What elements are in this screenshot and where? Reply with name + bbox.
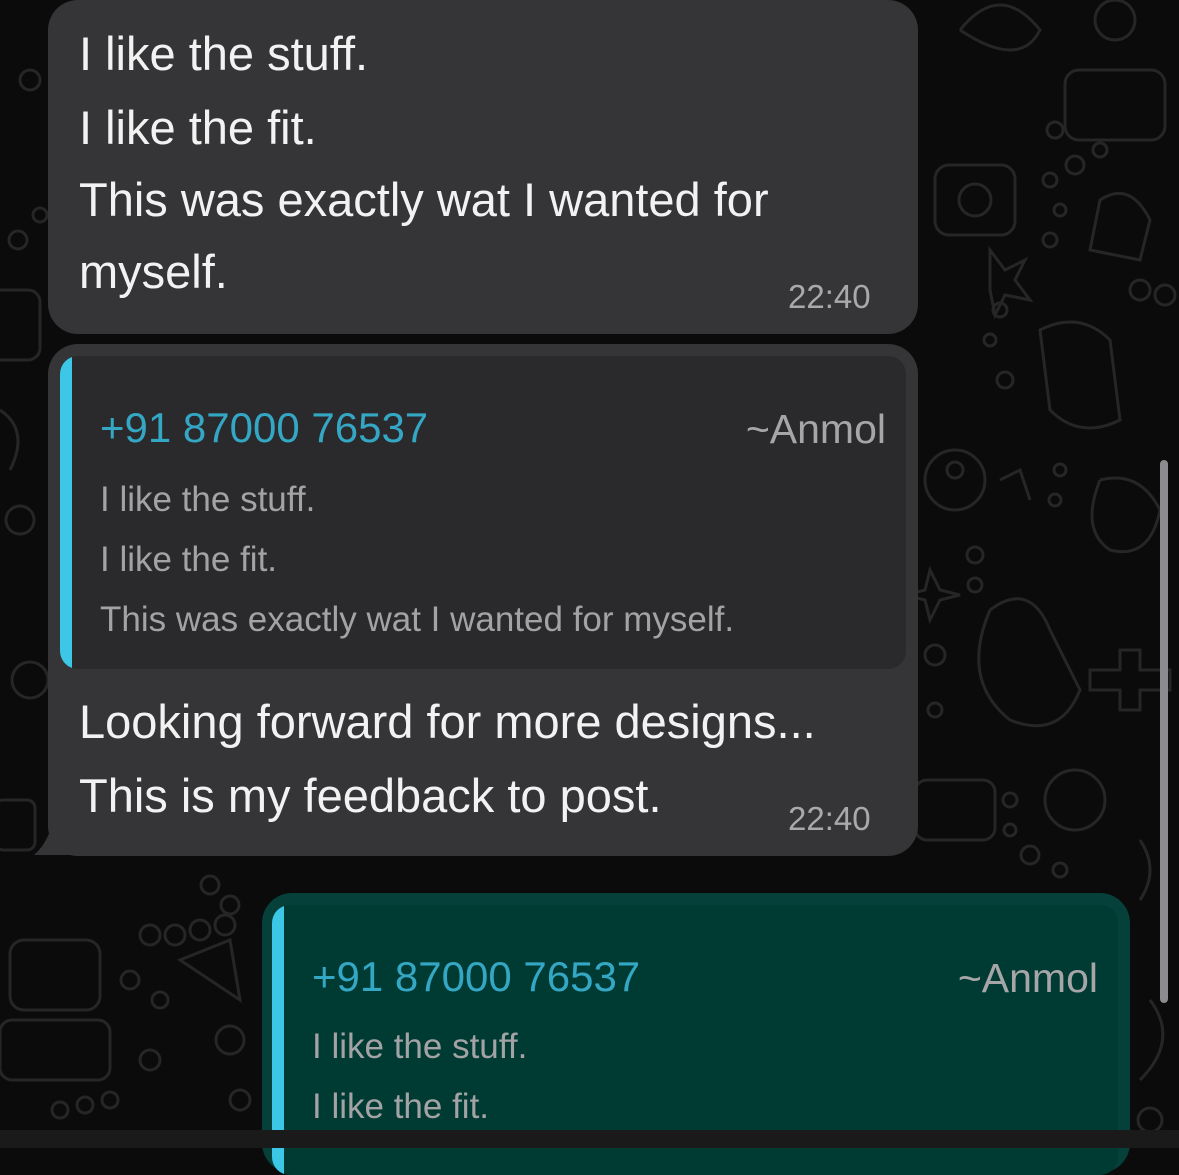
quote-line: I like the fit. [100,540,278,579]
message-time: 22:40 [788,800,871,837]
message-line: I like the stuff. [79,27,369,80]
quote-sender-alias: ~Anmol [745,406,886,452]
message-line: I like the fit. [79,101,317,154]
message-line: Looking forward for more designs... [79,695,816,748]
bottom-edge-bar [0,1130,1179,1148]
quote-line: This was exactly wat I wanted for myself… [100,600,735,639]
message-line: This is my feedback to post. [79,769,662,822]
message-bubble-incoming[interactable]: I like the stuff. I like the fit. This w… [48,0,918,334]
quote-accent-bar [60,356,72,669]
message-line: This was exactly wat I wanted for [79,173,769,226]
message-bubble-incoming[interactable]: +91 87000 76537 ~Anmol I like the stuff.… [48,344,918,856]
quote-sender-alias: ~Anmol [957,955,1098,1001]
message-line: myself. [79,245,228,298]
message-text: I like the stuff. I like the fit. This w… [79,0,899,300]
quote-line: I like the stuff. [100,480,316,519]
scrollbar[interactable] [1160,460,1168,1003]
quote-line: I like the fit. [312,1087,490,1126]
reply-quote[interactable]: +91 87000 76537 ~Anmol I like the stuff.… [60,356,906,669]
quote-line: I like the stuff. [312,1027,528,1066]
message-time: 22:40 [788,278,871,315]
quote-sender-phone: +91 87000 76537 [312,953,641,1000]
quote-sender-phone: +91 87000 76537 [100,404,429,451]
